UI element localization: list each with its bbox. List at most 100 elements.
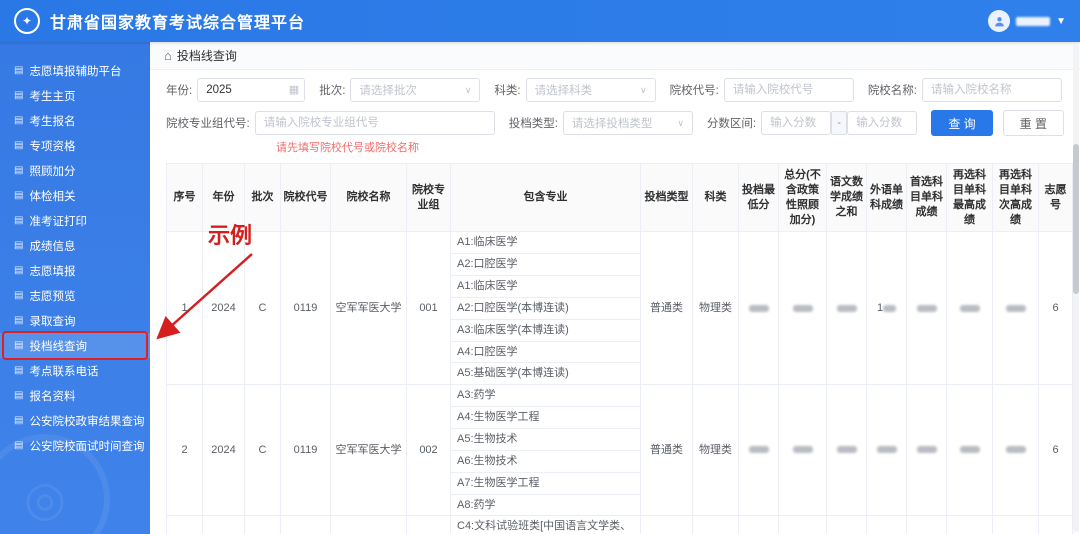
score-cell <box>778 515 827 534</box>
sidebar-item-label: 投档线查询 <box>29 340 87 353</box>
batch-filter: 批次: 请选择批次 ∨ <box>319 78 481 102</box>
college-name-filter: 院校名称: <box>868 78 1063 102</box>
table-cell: 空军军医大学 <box>330 384 407 517</box>
filter-panel: 年份: ▦ 批次: 请选择批次 ∨ 科类: 请选择科类 <box>150 70 1080 155</box>
calendar-icon[interactable]: ▦ <box>289 83 299 96</box>
sidebar-item-7[interactable]: ▤ 准考证打印 <box>0 208 150 233</box>
sidebar-item-label: 考生报名 <box>29 115 76 128</box>
sidebar-item-label: 公安院校政审结果查询 <box>29 415 145 428</box>
type-filter: 投档类型: 请选择投档类型 ∨ <box>509 111 693 135</box>
table-cell: C <box>244 384 281 517</box>
redacted-score <box>916 304 937 312</box>
column-header: 投档最低分 <box>738 162 779 233</box>
table-cell: 1 <box>166 231 203 386</box>
sidebar-item-10[interactable]: ▤ 志愿预览 <box>0 283 150 308</box>
user-avatar-icon[interactable] <box>988 10 1011 32</box>
table-cell: 002 <box>406 384 451 517</box>
sidebar-item-3[interactable]: ▤ 考生报名 <box>0 108 150 133</box>
search-button[interactable]: 查 询 <box>931 110 993 136</box>
sidebar-item-4[interactable]: ▤ 专项资格 <box>0 133 150 158</box>
year-label: 年份: <box>166 85 193 97</box>
score-icon: ▤ <box>14 240 24 251</box>
sidebar-item-12[interactable]: ▤ 投档线查询 <box>0 333 150 358</box>
major-item: A2:口腔医学(本博连读) <box>451 298 640 320</box>
username-redacted <box>1016 16 1051 26</box>
redacted-score <box>1005 446 1026 454</box>
redacted-score <box>836 304 857 312</box>
batch-select[interactable]: 请选择批次 ∨ <box>350 78 481 102</box>
table-cell: 0119 <box>280 231 331 386</box>
sidebar-item-label: 照顾加分 <box>29 165 76 178</box>
score-cell <box>992 515 1039 534</box>
redacted-score <box>959 304 980 312</box>
application-icon: ▤ <box>14 265 24 276</box>
home-icon: ▤ <box>14 90 24 101</box>
subject-select[interactable]: 请选择科类 ∨ <box>525 78 656 102</box>
table-cell: 物理类 <box>692 384 739 517</box>
score-min-input[interactable] <box>761 111 832 135</box>
reset-button[interactable]: 重 置 <box>1002 110 1064 136</box>
chevron-down-icon: ∨ <box>640 84 647 95</box>
breadcrumb: ⌂ 投档线查询 <box>150 42 1080 70</box>
score-cell: 1 <box>866 231 907 386</box>
sidebar-item-1[interactable]: ▤ 志愿填报辅助平台 <box>0 58 150 83</box>
table-cell: 空军军医大学 <box>330 231 407 386</box>
major-item: A8:药学 <box>457 498 496 511</box>
sidebar-item-13[interactable]: ▤ 考点联系电话 <box>0 358 150 383</box>
college-name-input[interactable] <box>922 78 1063 102</box>
vertical-scrollbar[interactable] <box>1073 44 1079 532</box>
table-cell <box>1038 515 1073 534</box>
sidebar-item-label: 专项资格 <box>29 140 76 153</box>
table-cell: 2 <box>166 384 203 517</box>
sidebar-item-6[interactable]: ▤ 体检相关 <box>0 183 150 208</box>
redacted-score <box>883 304 897 312</box>
subject-placeholder: 请选择科类 <box>534 85 593 97</box>
qualification-icon: ▤ <box>14 140 24 151</box>
cutoff-query-icon: ▤ <box>14 340 24 351</box>
major-item: A2:口腔医学 <box>451 254 640 277</box>
admission-query-icon: ▤ <box>14 315 24 326</box>
scrollbar-thumb[interactable] <box>1073 144 1079 294</box>
chevron-down-icon: ∨ <box>677 117 684 128</box>
preview-icon: ▤ <box>14 290 24 301</box>
sidebar-item-14[interactable]: ▤ 报名资料 <box>0 383 150 408</box>
user-menu[interactable]: ▼ <box>988 10 1066 32</box>
table-row: C4:文科试验班类[中国语言文学类、考古学、历史学类、哲学类、社会学类、法学、新… <box>166 515 1073 534</box>
sidebar-item-label: 志愿预览 <box>29 290 76 303</box>
column-header: 语文数学成绩之和 <box>826 162 867 233</box>
major-item: A3:临床医学(本博连读) <box>451 320 640 342</box>
major-item: A6:生物技术 <box>451 451 640 473</box>
sidebar-item-11[interactable]: ▤ 录取查询 <box>0 308 150 333</box>
column-header: 志愿号 <box>1038 162 1073 233</box>
sidebar-item-2[interactable]: ▤ 考生主页 <box>0 83 150 108</box>
table-cell: 001 <box>406 231 451 386</box>
major-item: A1:临床医学 <box>451 276 640 298</box>
college-code-input[interactable] <box>723 78 854 102</box>
table-row: 2 2024 C 0119 空军军医大学 002 A3:药学 A4:生物医学工程 A5:生物技术… <box>166 384 1073 517</box>
sidebar-item-5[interactable]: ▤ 照顾加分 <box>0 158 150 183</box>
sidebar-item-9[interactable]: ▤ 志愿填报 <box>0 258 150 283</box>
medical-icon: ▤ <box>14 190 24 201</box>
batch-label: 批次: <box>319 85 346 97</box>
police-interview-icon: ▤ <box>14 440 24 451</box>
sidebar-item-8[interactable]: ▤ 成绩信息 <box>0 233 150 258</box>
person-icon <box>994 16 1004 26</box>
major-item: A7:生物医学工程 <box>451 473 640 495</box>
type-select[interactable]: 请选择投档类型 ∨ <box>562 111 693 135</box>
main-content: ⌂ 投档线查询 年份: ▦ 批次: 请选择批次 ∨ <box>150 42 1080 534</box>
major-item: A4:生物医学工程 <box>451 407 640 429</box>
batch-placeholder: 请选择批次 <box>359 85 417 97</box>
major-item: A1:临床医学 <box>451 232 640 255</box>
subject-label: 科类: <box>494 85 521 97</box>
sidebar-item-15[interactable]: ▤ 公安院校政审结果查询 <box>0 408 150 433</box>
chevron-down-icon: ∨ <box>464 84 472 95</box>
redacted-score <box>876 446 897 454</box>
filter-row-1: 年份: ▦ 批次: 请选择批次 ∨ 科类: 请选择科类 <box>166 78 1064 102</box>
platform-icon: ▤ <box>14 65 24 76</box>
chevron-down-icon[interactable]: ▼ <box>1056 16 1066 27</box>
group-code-input[interactable] <box>254 111 495 135</box>
table-row: 1 2024 C 0119 空军军医大学 001 A1:临床医学 A2:口腔医学 A1:临床医学… <box>166 231 1073 386</box>
score-cell <box>738 231 779 386</box>
police-review-icon: ▤ <box>14 415 24 426</box>
score-max-input[interactable] <box>847 111 918 135</box>
